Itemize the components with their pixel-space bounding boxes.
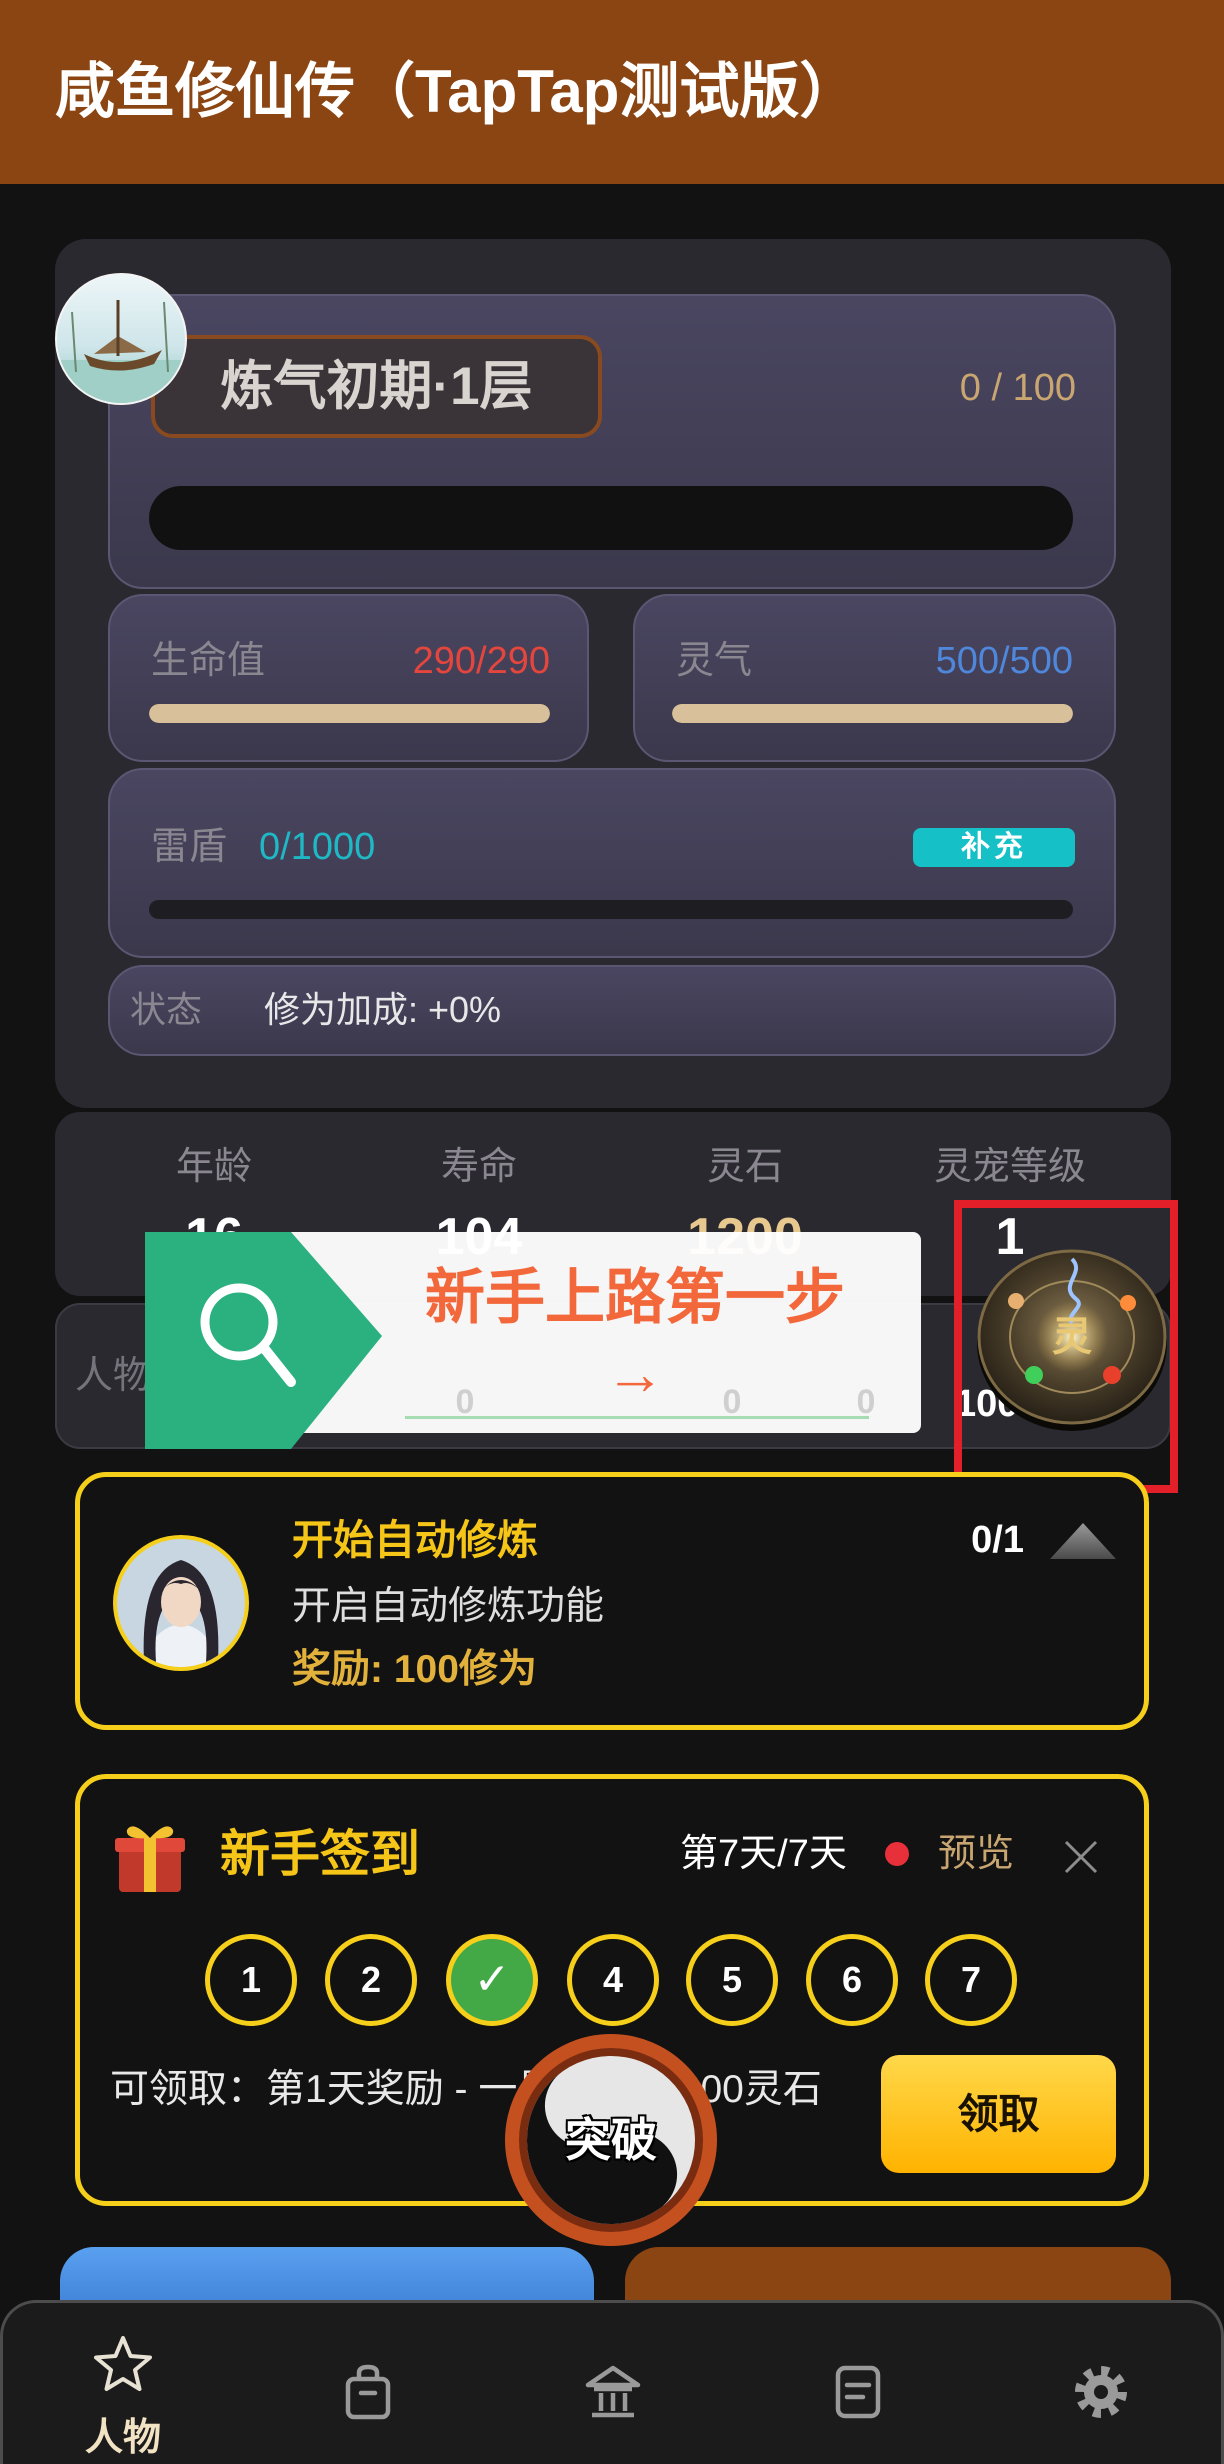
realm-name: 炼气初期·1层	[220, 357, 533, 416]
claim-button[interactable]: 领取	[881, 2055, 1116, 2173]
row-label: 人物	[75, 1355, 152, 1397]
nav-tab-bag[interactable]	[245, 2300, 490, 2464]
qi-bar	[672, 704, 1073, 723]
tutorial-icon-tab	[145, 1232, 385, 1449]
shield-value: 0/1000	[259, 826, 376, 868]
stat-label-age: 年龄	[175, 1146, 252, 1188]
app-title: 咸鱼修仙传（TapTap测试版）	[55, 58, 860, 125]
signin-day-4[interactable]: 4	[567, 1934, 659, 2026]
breakthrough-label: 突破	[565, 2114, 657, 2166]
signin-claim-text: 可领取：第1天奖励 - 一星飞剑 + 600灵石	[110, 2068, 822, 2111]
nav-tab-tasks[interactable]	[735, 2300, 980, 2464]
status-text: 修为加成: +0%	[264, 989, 502, 1030]
close-icon[interactable]	[1062, 1838, 1100, 1876]
shield-refill-button[interactable]: 补充	[913, 828, 1075, 867]
tutorial-title: 新手上路第一步	[425, 1264, 845, 1331]
hp-label: 生命值	[151, 640, 266, 682]
player-avatar[interactable]	[54, 272, 188, 406]
status-label: 状态	[130, 989, 203, 1030]
preview-link[interactable]: 预览	[938, 1830, 1014, 1878]
nav-tab-label: 人物	[84, 2417, 161, 2459]
gear-icon	[1075, 2366, 1127, 2418]
home-icon	[585, 2365, 641, 2418]
signin-day-1[interactable]: 1	[205, 1934, 297, 2026]
realm-progress-text: 0 / 100	[959, 367, 1076, 409]
qi-label: 灵气	[676, 640, 753, 682]
qi-bar-fill	[672, 704, 1073, 723]
signin-day-7[interactable]: 7	[925, 1934, 1017, 2026]
signin-day-5[interactable]: 5	[686, 1934, 778, 2026]
realm-progress-bar	[149, 486, 1073, 550]
status-box	[108, 965, 1116, 1056]
stat-label-lifespan: 寿命	[440, 1146, 517, 1188]
nav-tab-home[interactable]	[490, 2300, 735, 2464]
collapse-triangle-icon[interactable]	[1048, 1519, 1118, 1561]
star-icon	[94, 2336, 152, 2391]
stat-label-spirit-stones: 灵石	[706, 1146, 783, 1188]
realm-badge: 炼气初期·1层	[151, 335, 602, 438]
shield-label: 雷盾	[151, 826, 228, 868]
tutorial-underline	[405, 1416, 869, 1419]
signin-day-2[interactable]: 2	[325, 1934, 417, 2026]
hp-bar-fill	[149, 704, 550, 723]
bag-icon	[345, 2364, 391, 2420]
hp-value: 290/290	[412, 640, 550, 682]
qi-value: 500/500	[935, 640, 1073, 682]
nav-tab-character[interactable]: 人物	[0, 2300, 245, 2464]
notification-dot	[885, 1842, 909, 1866]
tutorial-highlight-box	[954, 1200, 1178, 1493]
signin-day-3[interactable]: ✓	[446, 1934, 538, 2026]
signin-day-6[interactable]: 6	[806, 1934, 898, 2026]
gift-icon	[113, 1818, 187, 1894]
shield-bar	[149, 900, 1073, 919]
task-title: 开始自动修炼	[292, 1517, 538, 1563]
task-reward: 奖励: 100修为	[292, 1648, 537, 1691]
hp-bar	[149, 704, 550, 723]
task-progress: 0/1	[971, 1519, 1024, 1561]
task-avatar	[110, 1532, 252, 1674]
signin-title: 新手签到	[220, 1826, 420, 1882]
task-description: 开启自动修炼功能	[292, 1585, 605, 1628]
document-icon	[835, 2365, 881, 2419]
nav-tab-settings[interactable]	[979, 2300, 1224, 2464]
stat-label-pet-level: 灵宠等级	[933, 1146, 1086, 1188]
tutorial-arrow: →	[605, 1340, 665, 1407]
signin-day-progress: 第7天/7天	[680, 1833, 847, 1875]
